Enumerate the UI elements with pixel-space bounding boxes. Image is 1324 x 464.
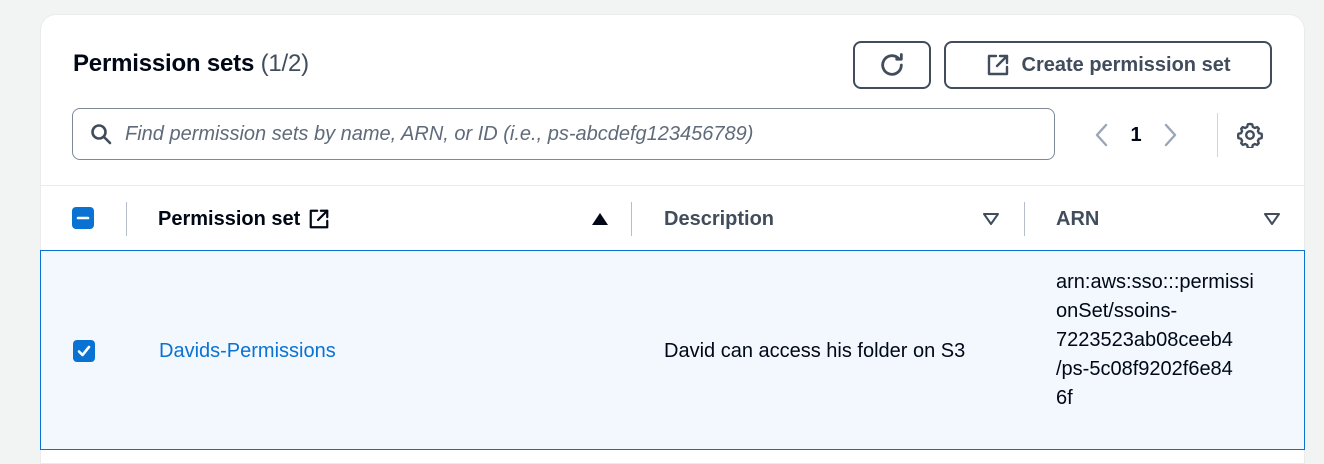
column-label-arn: ARN — [1056, 207, 1100, 230]
chevron-left-icon — [1095, 123, 1108, 147]
pagination-divider — [1217, 113, 1218, 157]
sort-descending-icon — [983, 213, 999, 225]
checkbox-checked-icon — [77, 345, 91, 357]
column-header-arn[interactable]: ARN — [1056, 186, 1281, 252]
search-input[interactable] — [125, 122, 1054, 146]
refresh-button[interactable] — [853, 41, 931, 89]
selection-count: (1/2) — [260, 50, 310, 77]
create-button-label: Create permission set — [1021, 53, 1231, 76]
external-link-icon — [309, 209, 329, 229]
row-checkbox[interactable] — [73, 340, 95, 362]
pagination: 1 — [1087, 120, 1185, 150]
column-divider — [126, 202, 127, 236]
table-header: Permission set Description ARN — [41, 185, 1304, 251]
row-description: David can access his folder on S3 — [664, 340, 966, 362]
title-text: Permission sets — [73, 50, 255, 77]
column-divider — [1024, 202, 1025, 236]
arn-line: /ps-5c08f9202f6e84 — [1056, 358, 1233, 380]
arn-line: 7223523ab08ceeb4 — [1056, 329, 1233, 351]
gear-icon — [1237, 122, 1263, 148]
column-header-permission-set[interactable]: Permission set — [158, 186, 613, 252]
column-label-description: Description — [664, 207, 775, 230]
permission-sets-panel: Permission sets (1/2) Create permission … — [40, 14, 1305, 464]
page-title: Permission sets (1/2) — [73, 50, 309, 78]
permission-set-link[interactable]: Davids-Permissions — [159, 340, 336, 363]
checkbox-indeterminate-icon — [76, 216, 90, 220]
page-number-button[interactable]: 1 — [1117, 124, 1155, 147]
table-row[interactable]: Davids-Permissions David can access his … — [40, 250, 1305, 450]
search-icon — [91, 124, 112, 145]
arn-line: arn:aws:sso:::permissi — [1056, 271, 1254, 293]
table-preferences-button[interactable] — [1235, 120, 1265, 150]
select-all-checkbox[interactable] — [72, 207, 94, 229]
search-field[interactable] — [72, 108, 1055, 160]
refresh-icon — [881, 53, 903, 76]
previous-page-button[interactable] — [1087, 120, 1117, 150]
sort-ascending-icon — [592, 213, 608, 225]
chevron-right-icon — [1164, 123, 1177, 147]
column-label-permission-set: Permission set — [158, 207, 301, 230]
arn-line: onSet/ssoins- — [1056, 300, 1178, 322]
column-divider — [631, 202, 632, 236]
column-header-description[interactable]: Description — [664, 186, 1004, 252]
row-arn: arn:aws:sso:::permissi onSet/ssoins- 722… — [1056, 268, 1254, 413]
arn-line: 6f — [1056, 387, 1073, 409]
create-permission-set-button[interactable]: Create permission set — [944, 41, 1272, 89]
sort-descending-icon — [1264, 213, 1280, 225]
external-link-icon — [987, 54, 1008, 76]
next-page-button[interactable] — [1155, 120, 1185, 150]
